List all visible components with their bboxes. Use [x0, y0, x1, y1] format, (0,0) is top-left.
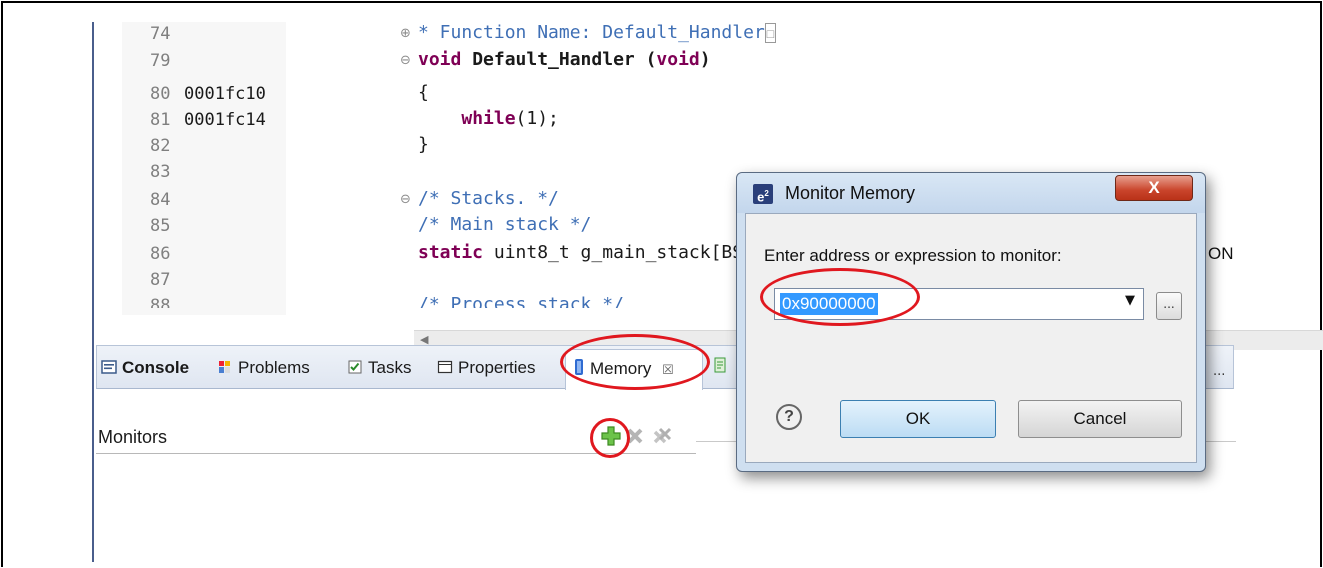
code-line[interactable]: /* Process stack */ — [418, 294, 624, 308]
code-line[interactable]: static uint8_t g_main_stack[BSP_CF — [418, 242, 786, 263]
tab-label: Problems — [238, 358, 310, 377]
code-line[interactable]: } — [418, 134, 429, 155]
fold-expand-icon[interactable]: ⊕ — [400, 26, 411, 41]
code-line[interactable]: * Function Name: Default_Handler☐ — [418, 22, 776, 43]
code-token: * Function Name: Default_Handler — [418, 22, 765, 43]
code-line[interactable]: { — [418, 82, 429, 103]
monitors-divider — [96, 453, 696, 454]
code-line[interactable]: /* Main stack */ — [418, 214, 591, 235]
line-number: 86 — [150, 244, 171, 264]
collapsed-indicator[interactable]: ☐ — [764, 23, 776, 43]
problems-icon — [217, 359, 233, 380]
monitor-memory-dialog: e2 Monitor Memory X Enter address or exp… — [736, 172, 1206, 472]
code-token: } — [418, 134, 429, 155]
tab-label: Console — [122, 358, 190, 377]
dialog-title: Monitor Memory — [785, 183, 916, 203]
remove-all-monitors-icon[interactable] — [652, 427, 672, 451]
editor-left-rule — [92, 22, 94, 562]
code-line[interactable]: void Default_Handler (void) — [418, 49, 711, 70]
tab-memory[interactable]: Memory ☒ — [573, 358, 674, 381]
code-token: void — [418, 49, 473, 70]
fold-collapse-icon[interactable]: ⊖ — [400, 53, 411, 68]
line-number: 85 — [150, 216, 171, 236]
help-icon[interactable]: ? — [776, 404, 802, 430]
e2-studio-logo-icon: e2 — [753, 184, 773, 204]
close-tab-icon[interactable]: ☒ — [662, 362, 674, 377]
cancel-button[interactable]: Cancel — [1018, 400, 1182, 438]
remove-monitor-icon[interactable] — [626, 427, 644, 449]
close-dialog-button[interactable]: X — [1115, 175, 1193, 201]
code-token: ) — [699, 49, 711, 70]
address-combo-box[interactable]: 0x90000000 ▼ — [774, 288, 1144, 320]
instruction-address: 0001fc10 — [184, 84, 266, 104]
tab-overflow-icon[interactable] — [713, 356, 727, 379]
dialog-title-bar[interactable]: e2 Monitor Memory X — [737, 173, 1205, 213]
tab-tasks[interactable]: Tasks — [347, 358, 411, 380]
code-token: static — [418, 242, 494, 263]
overflow-text: ON — [1208, 244, 1234, 263]
code-token: (1); — [515, 108, 559, 129]
address-prompt-label: Enter address or expression to monitor: — [764, 246, 1062, 265]
line-number: 82 — [150, 136, 171, 156]
code-token: ( — [645, 49, 657, 70]
code-token: /* Main stack */ — [418, 214, 592, 235]
view-menu-icon[interactable]: ... — [1213, 364, 1225, 379]
line-number: 81 — [150, 110, 171, 130]
dialog-body: Enter address or expression to monitor: … — [745, 213, 1197, 463]
code-token: void — [656, 49, 700, 70]
tab-label: Properties — [458, 358, 536, 377]
tasks-icon — [347, 359, 363, 380]
tab-label: Memory — [590, 359, 652, 378]
line-number: 79 — [150, 51, 171, 71]
code-token: { — [418, 82, 429, 103]
line-number: 84 — [150, 190, 171, 210]
line-number: 83 — [150, 162, 171, 182]
code-token: /* Stacks. */ — [418, 188, 559, 209]
line-number: 80 — [150, 84, 171, 104]
tab-console[interactable]: Console — [101, 358, 189, 380]
tab-label: Tasks — [368, 358, 412, 377]
fold-collapse-icon[interactable]: ⊖ — [400, 192, 411, 207]
tab-properties[interactable]: Properties — [437, 358, 535, 380]
memory-icon — [573, 358, 585, 381]
code-token: while — [461, 108, 516, 129]
dropdown-arrow-icon[interactable]: ▼ — [1125, 293, 1135, 308]
properties-icon — [437, 359, 453, 380]
tab-problems[interactable]: Problems — [217, 358, 310, 380]
monitors-label: Monitors — [98, 427, 168, 447]
line-number: 74 — [150, 24, 171, 44]
line-gutter — [122, 22, 286, 315]
address-input[interactable]: 0x90000000 — [780, 293, 878, 315]
code-token: /* Process stack */ — [418, 294, 624, 308]
line-number: 87 — [150, 270, 171, 290]
code-token: Default_Handler — [472, 49, 646, 70]
monitors-header: Monitors — [96, 425, 696, 455]
instruction-address: 0001fc14 — [184, 110, 266, 130]
browse-button[interactable]: ... — [1156, 292, 1182, 320]
code-line[interactable]: /* Stacks. */ — [418, 188, 559, 209]
console-icon — [101, 359, 117, 380]
code-line[interactable]: while(1); — [418, 108, 559, 129]
add-monitor-icon[interactable] — [600, 425, 622, 451]
line-number: 88 — [150, 296, 171, 308]
ok-button[interactable]: OK — [840, 400, 996, 438]
